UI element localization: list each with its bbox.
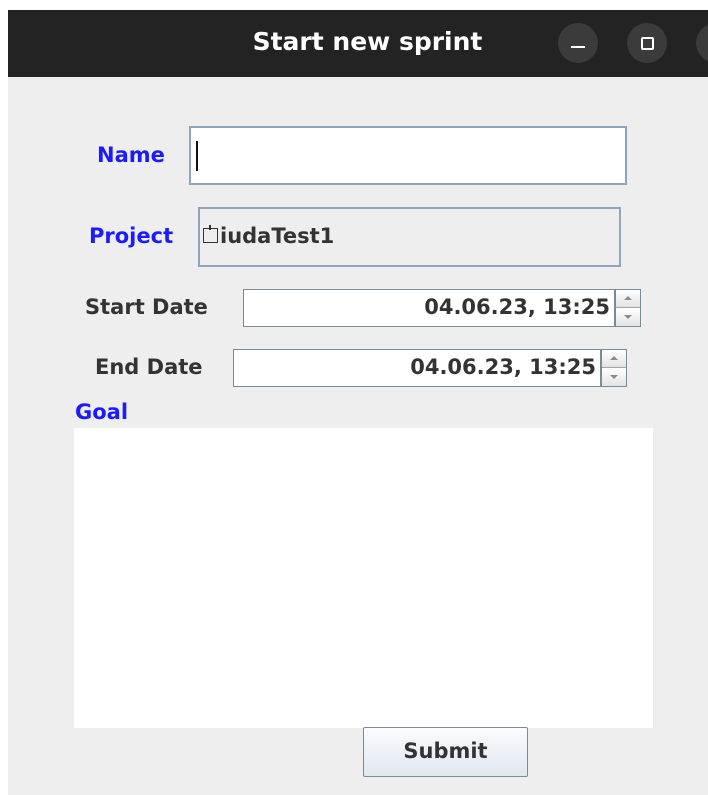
maximize-button[interactable] (627, 23, 667, 63)
chevron-up-icon (624, 296, 632, 300)
project-value: iudaTest1 (220, 224, 335, 248)
window-title: Start new sprint (252, 27, 483, 56)
goal-textarea[interactable] (74, 428, 653, 728)
chevron-down-icon (624, 315, 632, 319)
goal-label: Goal (75, 400, 129, 424)
minimize-icon (571, 46, 585, 48)
name-label: Name (97, 143, 165, 167)
sprint-dialog-window: Start new sprint Name Project iudaTest1 … (8, 10, 708, 795)
name-input[interactable] (189, 126, 627, 185)
missing-glyph-icon (203, 225, 218, 243)
minimize-button[interactable] (558, 23, 598, 63)
chevron-up-icon (610, 356, 618, 360)
end-date-label: End Date (95, 355, 203, 379)
submit-button[interactable]: Submit (363, 727, 528, 777)
end-date-decrement-button[interactable] (602, 368, 626, 386)
text-caret (196, 141, 198, 171)
project-field[interactable]: iudaTest1 (198, 207, 621, 267)
end-date-increment-button[interactable] (602, 350, 626, 368)
start-date-spinner[interactable] (615, 289, 641, 327)
end-date-spinner[interactable] (601, 349, 627, 387)
start-date-increment-button[interactable] (616, 290, 640, 308)
start-date-value: 04.06.23, 13:25 (424, 295, 610, 319)
end-date-input[interactable]: 04.06.23, 13:25 (233, 349, 601, 387)
start-date-label: Start Date (85, 295, 208, 319)
start-date-decrement-button[interactable] (616, 308, 640, 326)
chevron-down-icon (610, 375, 618, 379)
end-date-value: 04.06.23, 13:25 (410, 355, 596, 379)
title-bar[interactable]: Start new sprint (8, 10, 708, 77)
start-date-input[interactable]: 04.06.23, 13:25 (243, 289, 615, 327)
maximize-icon (641, 37, 654, 50)
project-label: Project (89, 224, 174, 248)
